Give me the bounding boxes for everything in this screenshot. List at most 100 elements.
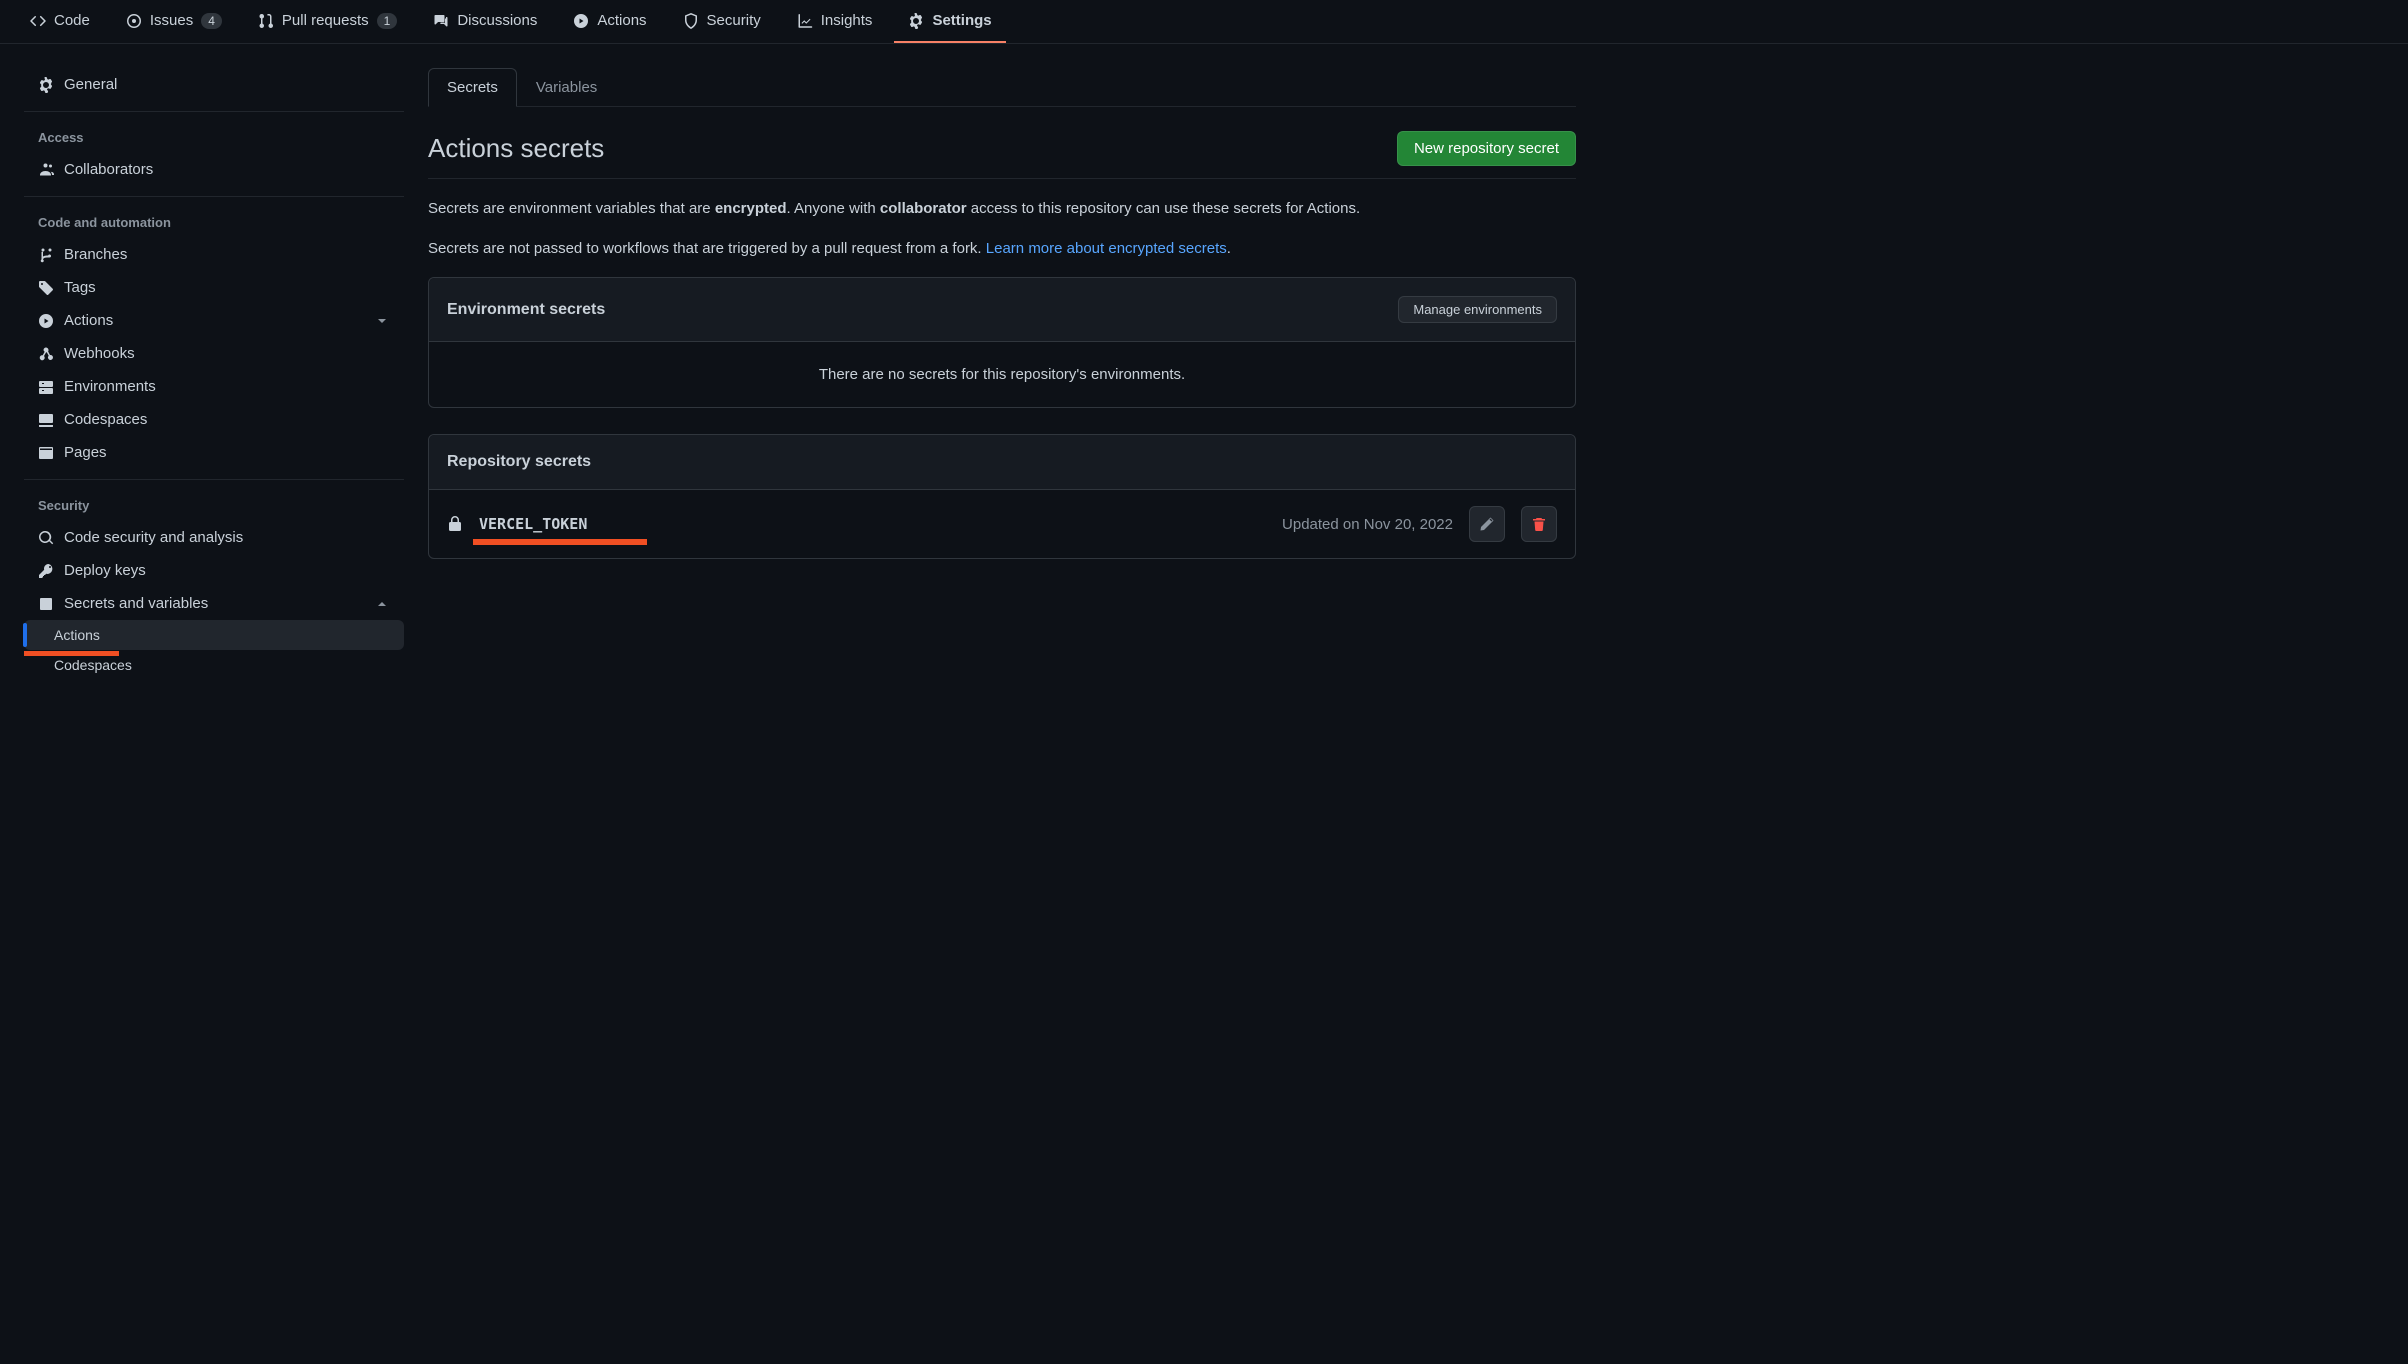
manage-environments-button[interactable]: Manage environments	[1398, 296, 1557, 323]
tab-pulls-label: Pull requests	[282, 12, 369, 29]
sidebar-item-label: General	[64, 76, 117, 93]
new-repository-secret-button[interactable]: New repository secret	[1397, 131, 1576, 166]
sidebar-item-codespaces[interactable]: Codespaces	[24, 403, 404, 436]
environment-secrets-panel: Environment secrets Manage environments …	[428, 277, 1576, 408]
description-1: Secrets are environment variables that a…	[428, 197, 1576, 221]
repository-secrets-panel: Repository secrets VERCEL_TOKEN Updated …	[428, 434, 1576, 559]
issue-icon	[126, 13, 142, 29]
shield-icon	[683, 13, 699, 29]
tab-pull-requests[interactable]: Pull requests 1	[244, 0, 411, 43]
sidebar-item-secrets-variables[interactable]: Secrets and variables	[24, 587, 404, 620]
sidebar-subitem-codespaces[interactable]: Codespaces	[24, 650, 404, 680]
environment-secrets-title: Environment secrets	[447, 301, 605, 319]
chevron-down-icon	[374, 313, 390, 329]
sidebar-subitem-actions[interactable]: Actions	[24, 620, 404, 650]
server-icon	[38, 379, 54, 395]
sidebar-item-collaborators[interactable]: Collaborators	[24, 153, 404, 186]
description-2: Secrets are not passed to workflows that…	[428, 237, 1576, 261]
git-branch-icon	[38, 247, 54, 263]
play-icon	[38, 313, 54, 329]
page-title: Actions secrets	[428, 133, 604, 164]
sidebar-item-deploy-keys[interactable]: Deploy keys	[24, 554, 404, 587]
tab-discussions[interactable]: Discussions	[419, 0, 551, 43]
sidebar-item-webhooks[interactable]: Webhooks	[24, 337, 404, 370]
tag-icon	[38, 280, 54, 296]
sidebar-item-label: Collaborators	[64, 161, 153, 178]
sidebar-item-label: Tags	[64, 279, 96, 296]
settings-sidebar: General Access Collaborators Code and au…	[24, 68, 404, 680]
sidebar-subitem-label: Actions	[54, 627, 100, 643]
tab-insights[interactable]: Insights	[783, 0, 887, 43]
tab-security[interactable]: Security	[669, 0, 775, 43]
tab-issues[interactable]: Issues 4	[112, 0, 236, 43]
secrets-variables-tabs: Secrets Variables	[428, 68, 1576, 107]
gear-icon	[908, 13, 924, 29]
tab-secrets[interactable]: Secrets	[428, 68, 517, 106]
tab-issues-label: Issues	[150, 12, 193, 29]
key-asterisk-icon	[38, 596, 54, 612]
sidebar-item-label: Actions	[64, 312, 113, 329]
tab-code[interactable]: Code	[16, 0, 104, 43]
key-icon	[38, 563, 54, 579]
browser-icon	[38, 445, 54, 461]
lock-icon	[447, 516, 463, 532]
pulls-count: 1	[377, 13, 398, 29]
trash-icon	[1531, 516, 1547, 532]
tab-code-label: Code	[54, 12, 90, 29]
delete-secret-button[interactable]	[1521, 506, 1557, 542]
sidebar-item-code-security[interactable]: Code security and analysis	[24, 521, 404, 554]
graph-icon	[797, 13, 813, 29]
comment-discussion-icon	[433, 13, 449, 29]
tab-variables[interactable]: Variables	[517, 68, 616, 106]
sidebar-item-label: Code security and analysis	[64, 529, 243, 546]
repo-topnav: Code Issues 4 Pull requests 1 Discussion…	[0, 0, 2408, 44]
main-content: Secrets Variables Actions secrets New re…	[428, 68, 1576, 680]
tab-secrets-label: Secrets	[447, 79, 498, 96]
sidebar-item-actions[interactable]: Actions	[24, 304, 404, 337]
tab-security-label: Security	[707, 12, 761, 29]
sidebar-section-code-automation: Code and automation	[24, 207, 404, 238]
people-icon	[38, 162, 54, 178]
codescan-icon	[38, 530, 54, 546]
tab-settings-label: Settings	[932, 12, 991, 29]
sidebar-item-label: Environments	[64, 378, 156, 395]
codespaces-icon	[38, 412, 54, 428]
play-icon	[573, 13, 589, 29]
tab-actions-label: Actions	[597, 12, 646, 29]
chevron-up-icon	[374, 596, 390, 612]
sidebar-item-general[interactable]: General	[24, 68, 404, 101]
gear-icon	[38, 77, 54, 93]
tab-actions[interactable]: Actions	[559, 0, 660, 43]
sidebar-item-label: Webhooks	[64, 345, 135, 362]
sidebar-item-environments[interactable]: Environments	[24, 370, 404, 403]
sidebar-subitem-label: Codespaces	[54, 657, 132, 673]
webhook-icon	[38, 346, 54, 362]
code-icon	[30, 13, 46, 29]
sidebar-item-label: Codespaces	[64, 411, 147, 428]
divider	[24, 479, 404, 480]
divider	[24, 196, 404, 197]
sidebar-item-label: Branches	[64, 246, 127, 263]
environment-secrets-empty: There are no secrets for this repository…	[429, 342, 1575, 407]
divider	[24, 111, 404, 112]
sidebar-item-label: Secrets and variables	[64, 595, 208, 612]
sidebar-item-pages[interactable]: Pages	[24, 436, 404, 469]
tab-discussions-label: Discussions	[457, 12, 537, 29]
sidebar-item-label: Deploy keys	[64, 562, 146, 579]
secret-row: VERCEL_TOKEN Updated on Nov 20, 2022	[429, 490, 1575, 558]
secret-name: VERCEL_TOKEN	[479, 515, 587, 533]
sidebar-item-tags[interactable]: Tags	[24, 271, 404, 304]
git-pull-request-icon	[258, 13, 274, 29]
sidebar-item-label: Pages	[64, 444, 107, 461]
sidebar-section-security: Security	[24, 490, 404, 521]
pencil-icon	[1479, 516, 1495, 532]
tab-settings[interactable]: Settings	[894, 0, 1005, 43]
repository-secrets-title: Repository secrets	[447, 453, 591, 471]
tab-variables-label: Variables	[536, 79, 597, 96]
tab-insights-label: Insights	[821, 12, 873, 29]
edit-secret-button[interactable]	[1469, 506, 1505, 542]
issues-count: 4	[201, 13, 222, 29]
sidebar-item-branches[interactable]: Branches	[24, 238, 404, 271]
secret-updated: Updated on Nov 20, 2022	[1282, 516, 1453, 533]
learn-more-link[interactable]: Learn more about encrypted secrets	[986, 240, 1227, 257]
